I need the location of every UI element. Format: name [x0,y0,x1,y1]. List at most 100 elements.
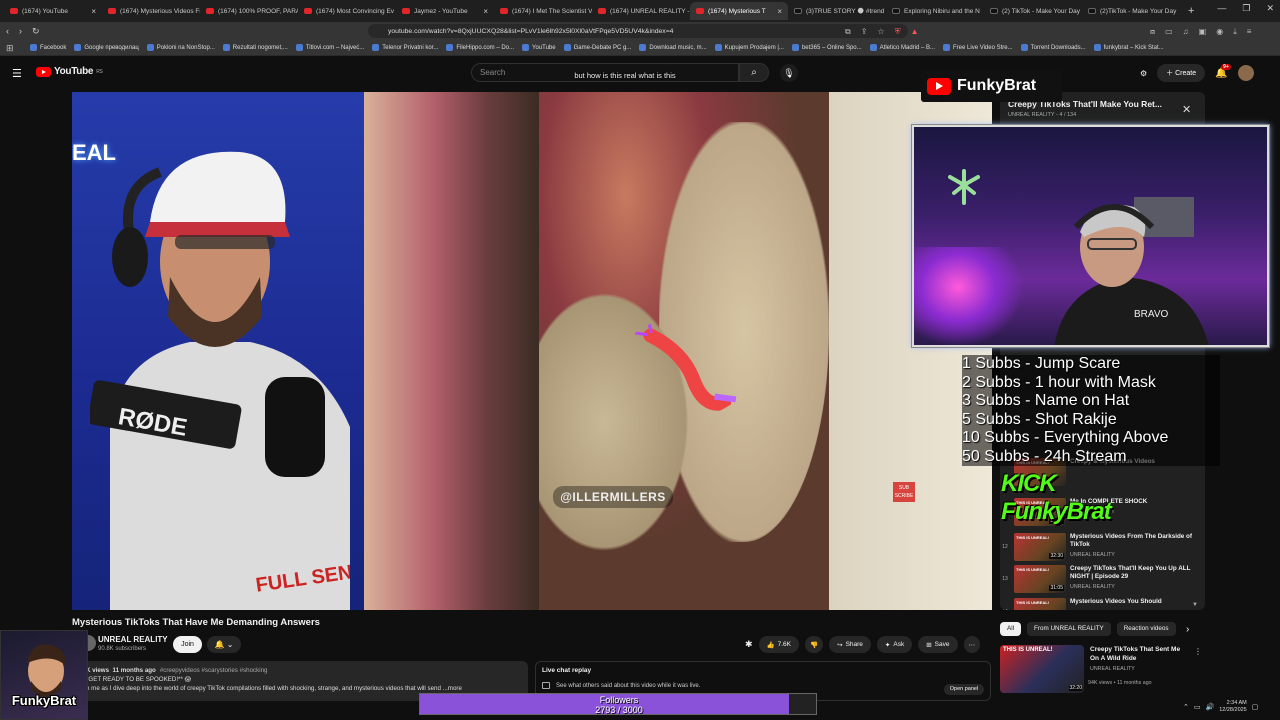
media-icon[interactable]: ♫ [1183,27,1189,37]
cast-icon[interactable]: ⚙ [1140,69,1147,78]
tray-up-icon[interactable]: ⌃ [1183,703,1189,711]
video-player[interactable]: RØDE FULL SEND EAL [72,92,992,610]
bookmark-item[interactable]: Free Live Video Stre... [943,44,1013,51]
channel-name[interactable]: UNREAL REALITY [98,635,168,644]
bookmark-item[interactable]: Kupujem Prodajem |... [714,44,784,51]
playlist-thumbnail[interactable]: 32:30 [1014,533,1066,561]
hashtags[interactable]: #creepyvideos #scarystories #shocking [160,667,268,674]
downloads-icon[interactable]: ⤓ [1233,27,1237,37]
like-button[interactable]: 👍 7.6K [758,636,800,653]
bookmark-item[interactable]: Rezultati nogomet,... [222,44,288,51]
menu-icon[interactable]: ≡ [1247,27,1252,37]
back-icon[interactable]: ‹ [6,26,9,36]
close-tab-icon[interactable]: × [483,7,488,16]
playlist-item[interactable]: 14 Mysterious Videos You Should [1000,598,1200,610]
recommended-video[interactable]: THIS IS UNREAL! 32:20 Creepy TikToks That… [1000,645,1202,695]
minimize-icon[interactable]: — [1217,3,1226,14]
filter-chip[interactable]: Reaction videos [1116,622,1176,636]
recommended-title[interactable]: Creepy TikToks That Sent Me On A Wild Ri… [1090,645,1190,663]
bookmark-item[interactable]: Pokloni na NonStop... [146,44,215,51]
bookmark-item[interactable]: Torrent Downloads... [1020,44,1086,51]
recommended-channel[interactable]: UNREAL REALITY [1090,666,1190,672]
profile-icon[interactable]: ◉ [1216,27,1223,37]
reload-icon[interactable]: ↻ [32,26,40,37]
volume-icon[interactable]: 🔊 [1206,703,1215,711]
bookmark-item[interactable]: FileHippo.com – Do... [446,44,514,51]
bookmark-item[interactable]: bet365 – Online Spo... [791,44,862,51]
browser-tab[interactable]: Exploring Nibiru and the N× [886,2,984,20]
bookmark-item[interactable]: funkybrat – Kick Stat... [1093,44,1164,51]
new-tab-icon[interactable]: + [1180,5,1202,17]
browser-tab[interactable]: (1674) UNREAL REALITY - Y× [592,2,690,20]
ai-sparkle-icon[interactable]: ✱ [745,639,753,650]
notifications-icon[interactable]: ▢ [1252,703,1259,711]
close-playlist-icon[interactable]: ✕ [1182,103,1191,116]
playlist-item[interactable]: 13 31:05 Creepy TikToks That'll Keep You U… [1000,565,1200,595]
bookmark-item[interactable]: Game-Debate PC g... [563,44,631,51]
network-icon[interactable]: ▭ [1194,703,1201,711]
rewards-icon[interactable]: ▲ [911,27,919,37]
sidebar-icon[interactable]: ▭ [1165,27,1173,37]
close-tab-icon[interactable]: × [91,7,96,16]
browser-tab[interactable]: (1674) Mysterious Videos Fr× [102,2,200,20]
youtube-logo[interactable]: YouTube RS [36,66,103,77]
browser-tab[interactable]: (2)TikTok - Make Your Day× [1082,2,1180,20]
more-options-icon[interactable]: ⋮ [1194,647,1202,656]
browser-tab[interactable]: (1674) I Met The Scientist V× [494,2,592,20]
close-tab-icon[interactable]: × [777,7,782,16]
chips-next-icon[interactable]: › [1186,624,1189,635]
dislike-button[interactable]: 👎 [805,636,824,653]
maximize-icon[interactable]: ❐ [1242,3,1250,14]
share-page-icon[interactable]: ⇪ [861,27,868,37]
bookmark-item[interactable]: Titlovi.com – Najveć... [295,44,364,51]
install-icon[interactable]: ⧉ [845,27,851,37]
bookmark-item[interactable]: Telenor Privatni kor... [372,44,438,51]
filter-chip[interactable]: All [1000,622,1021,636]
bookmark-label: Rezultati nogomet,... [232,44,288,51]
apps-grid-icon[interactable]: ⊞ [6,43,14,54]
address-bar[interactable]: youtube.com/watch?v=8QxjUUCXQ28&list=PLv… [368,24,908,38]
open-panel-button[interactable]: Open panel [944,684,984,695]
wallet-icon[interactable]: ▣ [1199,27,1207,37]
voice-search-button[interactable]: 🎙 [780,64,798,82]
recommended-thumbnail[interactable]: THIS IS UNREAL! 32:20 [1000,645,1084,693]
subscribe-notifications-button[interactable]: 🔔 ⌄ [207,636,241,653]
forward-icon[interactable]: › [19,26,22,36]
bookmark-star-icon[interactable]: ☆ [877,27,884,37]
browser-tab[interactable]: (1674) YouTube × [4,2,102,20]
browser-tab[interactable]: (1674) 100% PROOF, PARA× [200,2,298,20]
playlist-thumbnail[interactable]: 31:05 [1014,565,1066,593]
browser-tab[interactable]: (1674) Mysterious T × [690,2,788,20]
scroll-down-icon[interactable]: ▼ [1192,602,1198,608]
ask-button[interactable]: ✦ Ask [876,636,913,653]
create-button[interactable]: ＋ Create [1157,64,1206,82]
browser-tab[interactable]: (2) TikTok - Make Your Day× [984,2,1082,20]
share-button[interactable]: ↪ Share [829,636,871,653]
playlist-item[interactable]: 12 32:30 Mysterious Videos From The Darksi… [1000,533,1200,563]
account-avatar[interactable] [1237,65,1254,81]
filter-chip[interactable]: From UNREAL REALITY [1027,622,1111,636]
more-actions-button[interactable]: ⋯ [963,636,980,653]
browser-tab[interactable]: (1674) Most Convincing Ev× [298,2,396,20]
browser-tab[interactable]: Jaymez - YouTube × [396,2,494,20]
bookmark-item[interactable]: Facebook [30,44,66,51]
hamburger-menu-icon[interactable]: ☰ [12,67,22,80]
search-button[interactable]: ⌕ [739,63,769,82]
bookmark-item[interactable]: YouTube [522,44,556,51]
playlist-thumbnail[interactable] [1014,598,1066,610]
playlist-meta: UNREAL REALITY - 4 / 134 [1008,112,1077,118]
system-clock[interactable]: 2:34 AM 12/28/2025 [1219,700,1247,714]
playlist-channel[interactable]: UNREAL REALITY [1008,112,1054,118]
browser-tab[interactable]: (3)TRUE STORY 🌑 #trend× [788,2,886,20]
bookmark-item[interactable]: Google преводилац [74,44,139,51]
join-button[interactable]: Join [173,636,202,653]
notifications-bell-icon[interactable]: 🔔 9+ [1215,63,1231,79]
playlist-item-channel: UNREAL REALITY [1070,584,1115,590]
description-line: n me as I dive deep into the world of cr… [86,685,462,692]
close-icon[interactable]: ✕ [1266,3,1274,14]
bookmark-item[interactable]: Atletico Madrid – B... [869,44,935,51]
extension-icon[interactable]: ⧈ [1150,27,1155,37]
bookmark-item[interactable]: Download music, m... [639,44,707,51]
save-button[interactable]: ⊞ Save [918,636,958,653]
brave-shield-icon[interactable]: ⛨ [895,27,901,37]
